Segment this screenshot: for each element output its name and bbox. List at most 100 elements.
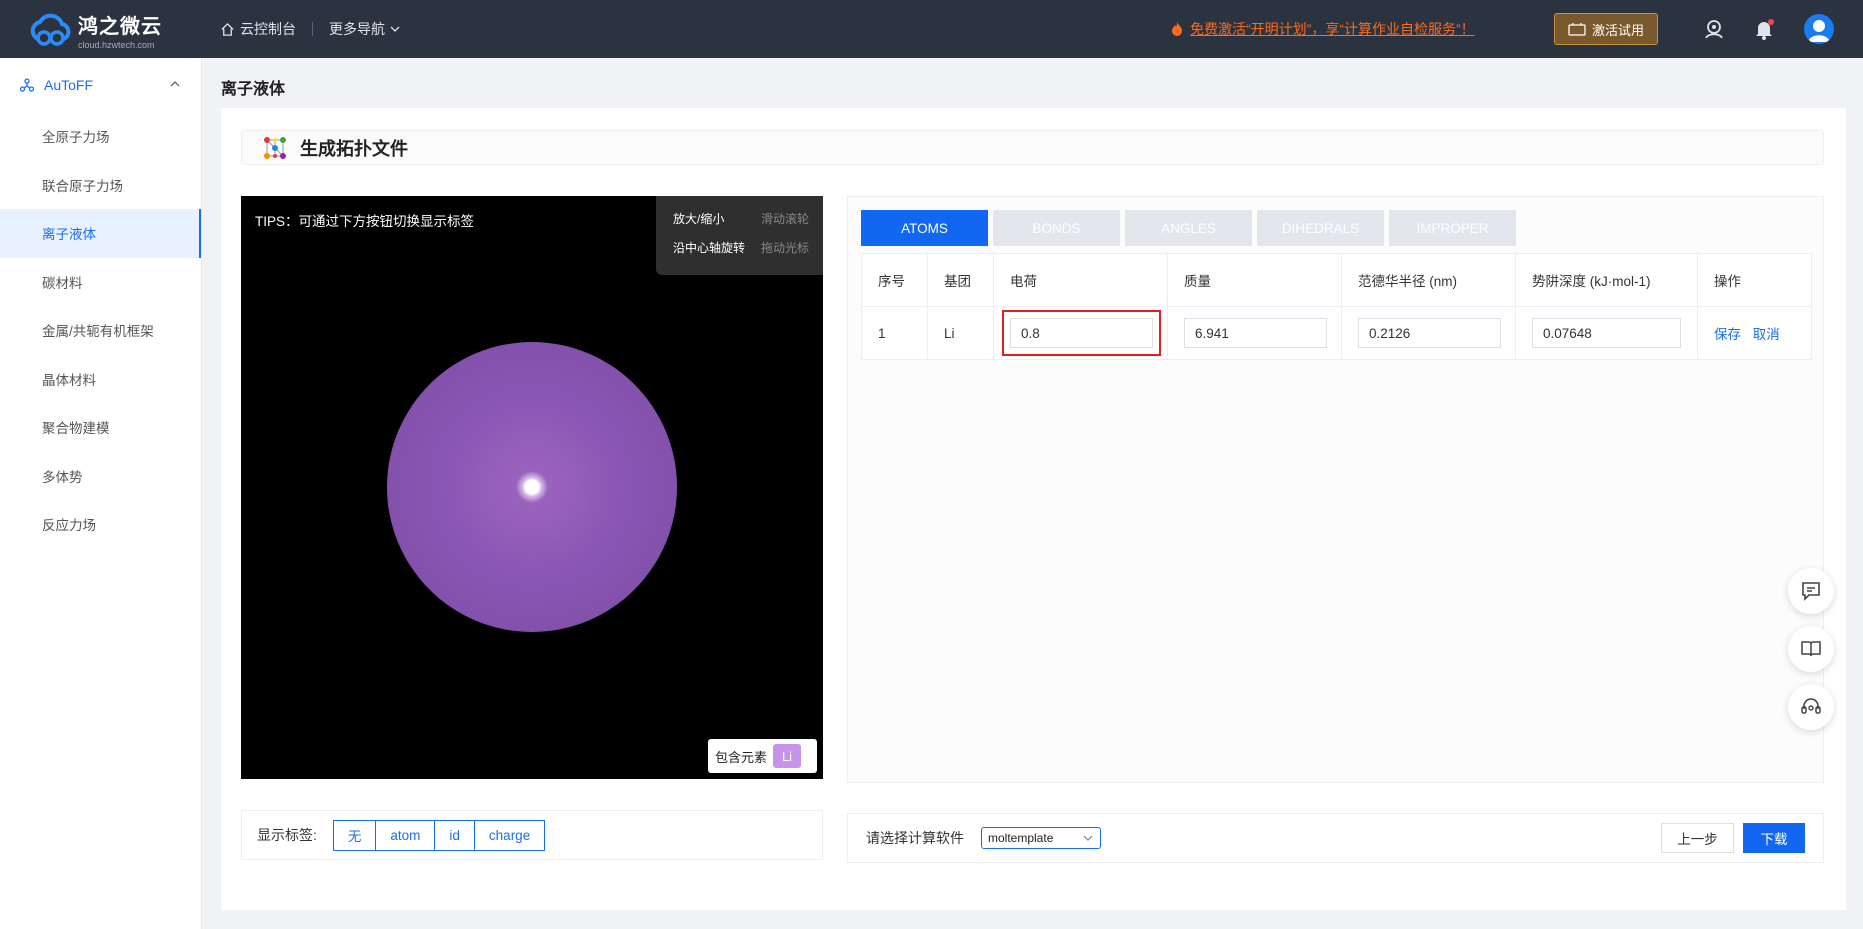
brand-logo[interactable]: 鸿之微云 cloud.hzwtech.com [28,10,162,50]
tab-atoms[interactable]: ATOMS [861,210,988,246]
sidebar-item-many-body[interactable]: 多体势 [0,452,201,501]
tab-angles[interactable]: ANGLES [1125,210,1252,246]
sidebar-item-label: 反应力场 [42,518,96,534]
sidebar-item-carbon[interactable]: 碳材料 [0,258,201,307]
tab-improper[interactable]: IMPROPER [1389,210,1516,246]
tab-bonds[interactable]: BONDS [993,210,1120,246]
mass-input[interactable]: 6.941 [1184,318,1327,348]
chevron-down-icon [1083,835,1093,841]
book-icon [1801,641,1821,657]
vdw-radius-input[interactable]: 0.2126 [1358,318,1501,348]
feedback-button[interactable] [1788,568,1834,614]
user-avatar[interactable] [1804,14,1834,44]
activate-trial-button[interactable]: 激活试用 [1554,13,1658,45]
software-select[interactable]: moltemplate [981,827,1101,849]
user-icon [1808,20,1830,42]
elements-label: 包含元素 [715,749,768,765]
chevron-down-icon [390,26,400,32]
brand-domain: cloud.hzwtech.com [78,40,155,50]
sidebar-group-label: AuToFF [44,77,94,93]
cell-well-depth: 0.07648 [1515,306,1698,360]
previous-step-button[interactable]: 上一步 [1661,823,1734,853]
cell-group: Li [927,306,994,360]
sidebar-item-mof[interactable]: 金属/共轭有机框架 [0,306,201,355]
table-header-row: 序号 基团 电荷 质量 范德华半径 (nm) 势阱深度 (kJ·mol-1) 操… [861,253,1812,307]
column-header: 基团 [927,253,994,307]
label-none-button[interactable]: 无 [332,819,377,851]
software-selected: moltemplate [988,831,1054,845]
hint-action: 沿中心轴旋转 [673,241,746,255]
column-header: 势阱深度 (kJ·mol-1) [1515,253,1698,307]
home-icon [221,22,234,36]
parameters-panel: ATOMS BONDS ANGLES DIHEDRALS IMPROPER 序号… [847,196,1824,783]
fire-icon [1172,22,1182,36]
software-label: 请选择计算软件 [866,830,964,846]
console-label: 云控制台 [240,21,296,37]
cell-charge: 0.8 [993,306,1168,360]
parameter-tabs: ATOMS BONDS ANGLES DIHEDRALS IMPROPER [861,210,1516,246]
well-depth-input[interactable]: 0.07648 [1532,318,1681,348]
sidebar: AuToFF 全原子力场 联合原子力场 离子液体 碳材料 金属/共轭有机框架 晶… [0,58,202,929]
sidebar-item-reactive[interactable]: 反应力场 [0,500,201,549]
elements-legend: 包含元素 Li [708,739,817,773]
brand-name: 鸿之微云 [78,16,162,38]
cell-vdw: 0.2126 [1341,306,1516,360]
atom-sphere[interactable] [387,342,677,632]
cell-actions: 保存 取消 [1697,306,1812,360]
label-atom-button[interactable]: atom [375,819,436,851]
sidebar-item-all-atom[interactable]: 全原子力场 [0,112,201,161]
sidebar-group-autoff[interactable]: AuToFF [0,58,201,112]
docs-button[interactable] [1788,626,1834,672]
notification-bell-icon[interactable] [1752,17,1776,41]
sidebar-item-label: 离子液体 [42,227,96,243]
chat-icon [1802,582,1820,601]
promo-link[interactable]: 免费激活“开明计划”，享“计算作业自检服务”！ [1170,19,1475,39]
sidebar-item-label: 碳材料 [42,275,83,291]
topology-icon [262,135,288,161]
support-agent-icon[interactable] [1702,17,1726,41]
top-bar: 鸿之微云 cloud.hzwtech.com 云控制台 更多导航 免费激活“开明… [0,0,1863,58]
tab-dihedrals[interactable]: DIHEDRALS [1257,210,1384,246]
label-charge-button[interactable]: charge [473,819,546,851]
cancel-link[interactable]: 取消 [1753,327,1780,342]
hint-how: 滑动滚轮 [760,212,809,226]
sidebar-item-ionic-liquid[interactable]: 离子液体 [0,209,201,258]
label-id-button[interactable]: id [434,819,475,851]
section-title: 生成拓扑文件 [300,138,408,159]
save-link[interactable]: 保存 [1714,327,1741,342]
page-title: 离子液体 [221,81,286,98]
cell-mass: 6.941 [1167,306,1342,360]
download-button[interactable]: 下载 [1743,823,1805,853]
chevron-up-icon [170,81,180,87]
headset-icon [1801,698,1821,714]
column-header: 质量 [1167,253,1342,307]
sidebar-item-crystal[interactable]: 晶体材料 [0,355,201,404]
atoms-table: 序号 基团 电荷 质量 范德华半径 (nm) 势阱深度 (kJ·mol-1) 操… [861,253,1812,360]
sidebar-item-united-atom[interactable]: 联合原子力场 [0,161,201,210]
viewer-hints: 放大/缩小 滑动滚轮 沿中心轴旋转 拖动光标 [656,196,823,275]
label-toggle-label: 显示标签: [257,827,317,843]
promo-text: 免费激活“开明计划”，享“计算作业自检服务”！ [1190,21,1475,37]
sidebar-item-label: 聚合物建模 [42,421,110,437]
customer-service-button[interactable] [1788,684,1834,730]
label-toggle-bar: 显示标签: 无 atom id charge [241,810,823,860]
software-bar: 请选择计算软件 moltemplate 上一步 下载 [847,813,1824,863]
sidebar-item-label: 金属/共轭有机框架 [42,324,154,340]
console-link[interactable]: 云控制台 [220,19,296,39]
table-row: 1 Li 0.8 6.941 0.2126 0.07648 保存 取消 [861,306,1812,360]
activate-trial-label: 激活试用 [1591,22,1644,38]
molecule-viewer[interactable]: TIPS：可通过下方按钮切换显示标签 放大/缩小 滑动滚轮 沿中心轴旋转 拖动光标 … [241,196,823,779]
hint-how: 拖动光标 [760,241,809,255]
column-header: 电荷 [993,253,1168,307]
charge-input[interactable]: 0.8 [1002,310,1161,356]
viewer-tips: TIPS：可通过下方按钮切换显示标签 [255,214,475,229]
element-chip: Li [773,744,802,768]
hint-action: 放大/缩小 [673,212,725,226]
sidebar-item-label: 联合原子力场 [42,178,123,194]
cloud-logo-icon [28,11,74,49]
column-header: 范德华半径 (nm) [1341,253,1516,307]
sidebar-item-polymer[interactable]: 聚合物建模 [0,403,201,452]
more-nav-dropdown[interactable]: 更多导航 [329,19,400,39]
sidebar-item-label: 晶体材料 [42,372,96,388]
sidebar-item-label: 全原子力场 [42,130,110,146]
